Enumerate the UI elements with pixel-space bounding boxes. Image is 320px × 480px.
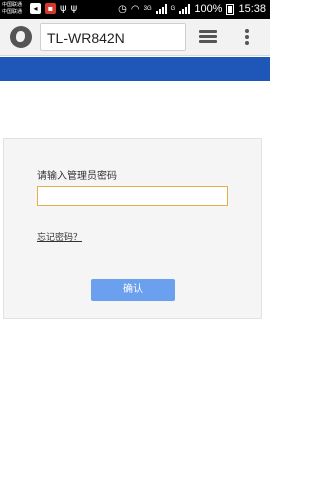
overflow-menu-icon[interactable]: [244, 29, 250, 47]
notification-icons: ◂ ▪ ψ ψ: [30, 3, 77, 14]
battery-percent: 100%: [194, 3, 223, 15]
status-bar: 中国联通 中国联通 ◂ ▪ ψ ψ ◷ ◠ 3G G 100% 15:38: [0, 0, 270, 19]
clock: 15:38: [238, 3, 266, 15]
browser-toolbar: TL-WR842N: [0, 19, 270, 56]
forgot-password-link[interactable]: 忘记密码？: [37, 230, 82, 243]
password-input[interactable]: [37, 186, 228, 206]
battery-icon: [226, 3, 235, 15]
globe-icon[interactable]: [10, 26, 32, 48]
password-prompt: 请输入管理员密码: [37, 171, 117, 182]
tabs-icon[interactable]: [199, 30, 217, 44]
usb-icon: ψ: [60, 3, 67, 14]
signal-icon: [155, 4, 167, 14]
login-panel: 请输入管理员密码 忘记密码？ 确认: [3, 138, 262, 319]
g-network-label: G: [170, 6, 176, 12]
url-bar[interactable]: TL-WR842N: [40, 23, 186, 51]
confirm-button[interactable]: 确认: [91, 279, 175, 301]
usb-icon-2: ψ: [70, 3, 78, 14]
router-header-band: [0, 57, 270, 81]
back-notification-icon: ◂: [30, 3, 41, 14]
signal-icon-2: [179, 4, 191, 14]
network-type-label: 3G: [143, 6, 152, 12]
carrier-label: 中国联通 中国联通: [2, 2, 23, 15]
system-icons: ◷ ◠ 3G G 100% 15:38: [118, 3, 266, 15]
url-text: TL-WR842N: [47, 30, 125, 46]
app-notification-icon: ▪: [45, 3, 56, 14]
alarm-icon: ◷: [118, 3, 127, 15]
wifi-icon: ◠: [130, 3, 140, 15]
